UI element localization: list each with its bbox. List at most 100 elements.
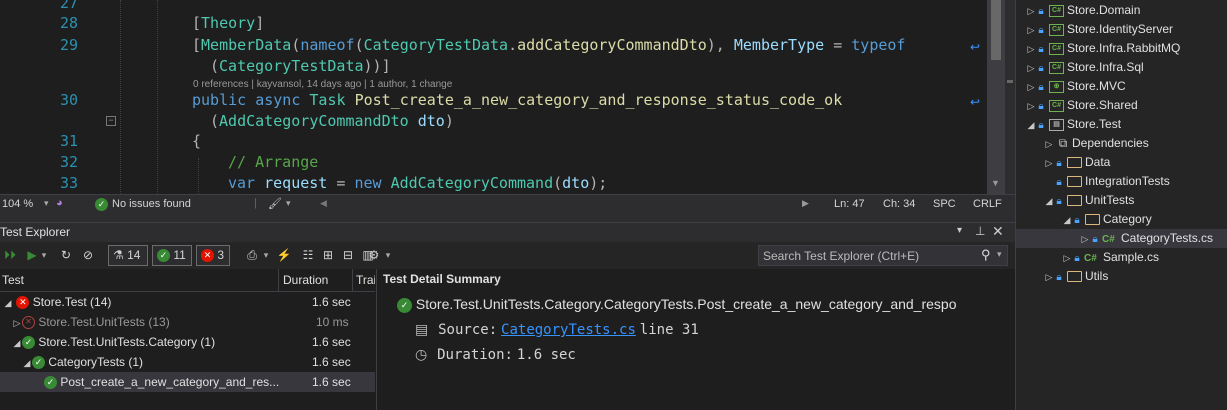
expand-icon[interactable]: ▷ — [1026, 78, 1036, 97]
total-tests-filter[interactable]: ⚗ 14 — [108, 245, 148, 266]
playlist-icon[interactable]: ⎙ — [244, 246, 260, 265]
collapse-icon[interactable]: ◢ — [1026, 116, 1036, 135]
whitespace-indicator[interactable]: SPC — [933, 198, 956, 210]
line-ending-indicator[interactable]: CRLF — [973, 198, 1002, 210]
chevron-down-icon[interactable]: ▾ — [997, 249, 1002, 260]
collapse-icon[interactable]: ◢ — [12, 333, 22, 353]
collapse-icon[interactable]: ◢ — [1062, 211, 1072, 230]
chevron-down-icon[interactable]: ▾ — [40, 246, 48, 265]
lock-icon: 🔒︎ — [1056, 177, 1062, 188]
column-header-test[interactable]: Test — [0, 269, 279, 291]
tree-item-store-identityserver[interactable]: ▷ 🔒︎ C# Store.IdentityServer — [1026, 20, 1174, 40]
test-row-selected[interactable]: ✓ Post_create_a_new_category_and_res... 1… — [0, 372, 375, 392]
issues-indicator[interactable]: ✓ — [95, 198, 108, 211]
expand-icon[interactable]: ▷ — [1026, 40, 1036, 59]
tree-item-category[interactable]: ◢ 🔒︎ Category — [1062, 210, 1152, 229]
search-icon[interactable]: ⚲ — [981, 247, 991, 263]
expand-all-icon[interactable]: ⊞ — [320, 246, 336, 265]
close-icon[interactable]: ✕ — [992, 223, 1004, 240]
codelens[interactable]: 0 references | kayvansol, 14 days ago | … — [193, 79, 452, 90]
tree-item-data[interactable]: ▷ 🔒︎ Data — [1044, 153, 1111, 173]
copilot-icon[interactable]: ◕ — [56, 197, 63, 209]
expand-icon[interactable]: ▷ — [1080, 230, 1090, 249]
expand-icon[interactable]: ▷ — [1044, 268, 1054, 287]
horizontal-scrollbar[interactable] — [332, 201, 800, 209]
tree-item-store-infra-sql[interactable]: ▷ 🔒︎ C# Store.Infra.Sql — [1026, 58, 1144, 77]
collapse-icon[interactable]: ◢ — [22, 353, 32, 373]
passed-tests-filter[interactable]: ✓ 11 — [152, 245, 192, 266]
expand-icon[interactable]: ▷ — [1044, 135, 1054, 154]
repeat-run-icon[interactable]: ↻ — [58, 246, 74, 265]
vertical-scrollbar[interactable]: ▼ — [987, 0, 1005, 194]
passed-icon: ✓ — [397, 297, 412, 313]
check-icon: ✓ — [95, 198, 108, 211]
search-box[interactable]: Search Test Explorer (Ctrl+E) ⚲ ▾ — [758, 245, 1008, 266]
tree-item-categorytests-cs[interactable]: ▷ 🔒︎ C# CategoryTests.cs — [1016, 229, 1227, 248]
code-line[interactable]: public async Task Post_create_a_new_cate… — [192, 91, 842, 109]
group-by-icon[interactable]: ☷ — [300, 246, 316, 265]
collapse-all-icon[interactable]: ⊟ — [340, 246, 356, 265]
brush-icon[interactable]: 🖌 — [268, 197, 282, 210]
scroll-down-icon[interactable]: ▼ — [991, 178, 1000, 188]
column-indicator[interactable]: Ch: 34 — [883, 198, 915, 210]
code-line[interactable]: // Arrange — [228, 153, 318, 171]
scrollbar-thumb[interactable] — [991, 0, 1001, 60]
code-line[interactable]: { — [192, 132, 201, 150]
expand-icon[interactable]: ▷ — [1026, 2, 1036, 21]
collapse-icon[interactable]: − — [106, 116, 116, 126]
expand-icon[interactable]: ▷ — [12, 313, 22, 333]
source-link[interactable]: CategoryTests.cs — [501, 322, 636, 338]
run-icon[interactable]: ▶ — [26, 246, 38, 265]
tree-item-store-domain[interactable]: ▷ 🔒︎ C# Store.Domain — [1026, 1, 1141, 21]
column-header-duration[interactable]: Duration — [280, 269, 353, 291]
code-editor[interactable]: 27 28 29 30 31 32 33 − [Theory] [MemberD… — [0, 0, 1015, 194]
tree-item-integrationtests[interactable]: 🔒︎ IntegrationTests — [1054, 172, 1169, 191]
run-after-build-icon[interactable]: ⚡ — [276, 246, 292, 265]
tree-item-store-mvc[interactable]: ▷ 🔒︎ ⊕ Store.MVC — [1026, 77, 1126, 96]
test-row[interactable]: ◢ ✓ CategoryTests (1) 1.6 sec — [22, 352, 375, 372]
expand-icon[interactable]: ▷ — [1026, 59, 1036, 78]
tree-item-unittests[interactable]: ◢ 🔒︎ UnitTests — [1044, 191, 1135, 211]
failed-tests-filter[interactable]: ✕ 3 — [196, 245, 230, 266]
test-row[interactable]: ▷ ✕ Store.Test.UnitTests (13) 10 ms — [12, 312, 375, 332]
code-line[interactable]: (AddCategoryCommandDto dto) — [210, 112, 454, 130]
expand-icon[interactable]: ▷ — [1026, 97, 1036, 116]
tree-item-store-shared[interactable]: ▷ 🔒︎ C# Store.Shared — [1026, 96, 1138, 115]
scroll-left-icon[interactable]: ◀ — [320, 198, 327, 209]
settings-icon[interactable]: ⚙ — [366, 246, 382, 265]
collapse-icon[interactable]: ◢ — [3, 293, 13, 313]
tree-item-sample-cs[interactable]: ▷ 🔒︎ C# Sample.cs — [1062, 248, 1160, 268]
issues-text[interactable]: No issues found — [112, 198, 191, 210]
zoom-level[interactable]: 104 % — [2, 198, 33, 210]
expand-icon[interactable]: ▷ — [1044, 154, 1054, 173]
test-row[interactable]: ◢ ✓ Store.Test.UnitTests.Category (1) 1.6 … — [12, 332, 375, 352]
column-header-traits[interactable]: Trai — [354, 269, 375, 291]
chevron-down-icon[interactable]: ▾ — [262, 246, 270, 265]
splitter[interactable] — [0, 215, 1015, 222]
pin-icon[interactable]: ⊥ — [975, 224, 985, 238]
code-line[interactable]: [Theory] — [192, 14, 264, 32]
indent-guide — [157, 0, 158, 194]
line-indicator[interactable]: Ln: 47 — [834, 198, 865, 210]
code-line[interactable]: (CategoryTestData))] — [210, 57, 391, 75]
line-number: 28 — [59, 14, 78, 32]
code-line[interactable]: var request = new AddCategoryCommand(dto… — [228, 174, 607, 192]
tree-item-label: Store.Test — [1067, 117, 1122, 131]
collapse-icon[interactable]: ◢ — [1044, 192, 1054, 211]
tree-item-utils[interactable]: ▷ 🔒︎ Utils — [1044, 267, 1109, 287]
tree-item-store-infra-rabbitmq[interactable]: ▷ 🔒︎ C# Store.Infra.RabbitMQ — [1026, 39, 1181, 59]
chevron-down-icon[interactable]: ▾ — [44, 198, 49, 209]
code-line[interactable]: [MemberData(nameof(CategoryTestData.addC… — [192, 36, 905, 54]
chevron-down-icon[interactable]: ▾ — [384, 246, 392, 265]
expand-icon[interactable]: ▷ — [1026, 21, 1036, 40]
run-all-icon[interactable]: ⏵⏵ — [2, 246, 18, 265]
cancel-run-icon[interactable]: ⊘ — [80, 246, 96, 265]
search-input[interactable]: Search Test Explorer (Ctrl+E) — [763, 249, 919, 263]
expand-icon[interactable]: ▷ — [1062, 249, 1072, 268]
test-row[interactable]: ◢ ✕ Store.Test (14) 1.6 sec — [3, 292, 375, 312]
dropdown-icon[interactable]: ▾ — [957, 225, 962, 236]
scroll-right-icon[interactable]: ▶ — [802, 198, 809, 209]
chevron-down-icon[interactable]: ▾ — [286, 198, 291, 209]
tree-item-dependencies[interactable]: ▷ ⧉ Dependencies — [1044, 134, 1149, 153]
tree-item-store-test[interactable]: ◢ 🔒︎ ▤ Store.Test — [1026, 115, 1122, 135]
